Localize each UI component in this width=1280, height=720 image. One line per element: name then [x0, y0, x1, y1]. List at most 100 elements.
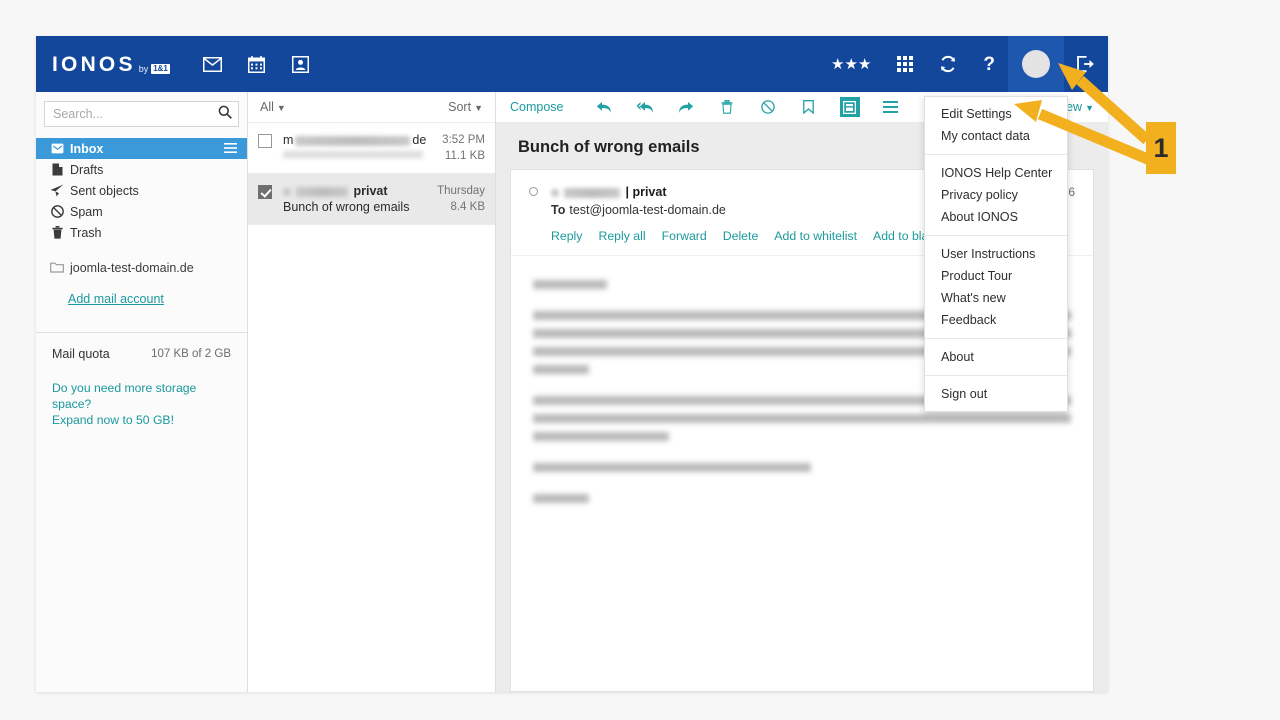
to-address: test@joomla-test-domain.de — [569, 203, 726, 217]
search-input[interactable] — [53, 107, 218, 121]
message-checkbox[interactable] — [258, 134, 272, 148]
filter-all-dropdown[interactable]: All ▼ — [260, 100, 286, 114]
drafts-icon — [50, 163, 64, 177]
favorites-stars-icon[interactable]: ★★★ — [818, 36, 884, 92]
menu-item-sign-out[interactable]: Sign out — [925, 383, 1067, 405]
add-mail-account-link[interactable]: Add mail account — [68, 292, 164, 306]
mail-paragraph — [533, 494, 1071, 503]
table-row[interactable]: privat Bunch of wrong emails Thursday 8.… — [248, 174, 495, 225]
refresh-icon[interactable] — [926, 36, 970, 92]
sidebar-item-trash[interactable]: Trash — [36, 222, 247, 243]
message-list-toolbar: All ▼ Sort ▼ — [248, 92, 495, 123]
message-sender: m de — [283, 132, 436, 148]
chevron-down-icon: ▼ — [276, 103, 286, 113]
sidebar-item-spam[interactable]: Spam — [36, 201, 247, 222]
table-row[interactable]: m de 3:52 PM 11.1 KB — [248, 123, 495, 174]
menu-item-privacy-policy[interactable]: Privacy policy — [925, 184, 1067, 206]
add-to-whitelist-link[interactable]: Add to whitelist — [774, 229, 857, 243]
message-checkbox[interactable] — [258, 185, 272, 199]
user-avatar-button[interactable] — [1008, 36, 1064, 92]
search-icon[interactable] — [218, 105, 232, 124]
storage-upsell-link[interactable]: Do you need more storage space? Expand n… — [36, 361, 247, 429]
mail-icon[interactable] — [200, 51, 226, 77]
menu-item-whats-new[interactable]: What's new — [925, 287, 1067, 309]
sidebar-item-inbox[interactable]: Inbox — [36, 138, 247, 159]
menu-item-edit-settings[interactable]: Edit Settings — [925, 103, 1067, 125]
message-size: 11.1 KB — [444, 150, 485, 162]
compose-button[interactable]: Compose — [510, 100, 564, 114]
mail-quota-label: Mail quota — [52, 347, 110, 361]
menu-item-feedback[interactable]: Feedback — [925, 309, 1067, 331]
menu-divider — [925, 375, 1067, 376]
search-box[interactable] — [44, 101, 239, 127]
storage-upsell-line2: Expand now to 50 GB! — [52, 412, 174, 427]
sort-dropdown[interactable]: Sort ▼ — [448, 100, 483, 114]
mail-paragraph — [533, 463, 1071, 472]
folder-icon — [50, 261, 64, 275]
menu-item-about-ionos[interactable]: About IONOS — [925, 206, 1067, 228]
search-container — [36, 92, 247, 135]
menu-item-ionos-help-center[interactable]: IONOS Help Center — [925, 162, 1067, 184]
grid-glyph — [897, 56, 914, 72]
user-account-dropdown-menu: Edit Settings My contact data IONOS Help… — [924, 96, 1068, 412]
sidebar: Inbox Drafts Sent objects — [36, 92, 248, 692]
message-list-panel: All ▼ Sort ▼ m de 3:52 PM 11.1 KB privat… — [248, 92, 496, 692]
delete-link[interactable]: Delete — [723, 229, 759, 243]
redacted-sender — [564, 187, 620, 198]
sidebar-item-drafts[interactable]: Drafts — [36, 159, 247, 180]
sidebar-item-label: joomla-test-domain.de — [70, 260, 194, 275]
message-time: Thursday — [437, 185, 485, 197]
top-header-bar: IONOS by 1&1 ★★★ ? — [36, 36, 1108, 92]
webmail-app-window: IONOS by 1&1 ★★★ ? Search... Inbox Draft… — [36, 36, 1108, 692]
sent-icon — [50, 184, 64, 198]
message-meta: Thursday 8.4 KB — [431, 183, 485, 215]
message-meta: 3:52 PM 11.1 KB — [436, 132, 485, 164]
menu-item-user-instructions[interactable]: User Instructions — [925, 243, 1067, 265]
reply-icon[interactable] — [594, 97, 614, 117]
reply-link[interactable]: Reply — [551, 229, 582, 243]
menu-item-my-contact-data[interactable]: My contact data — [925, 125, 1067, 147]
sidebar-item-label: Sent objects — [70, 183, 139, 198]
calendar-icon[interactable] — [244, 51, 270, 77]
sidebar-item-label: Trash — [70, 225, 102, 240]
forward-link[interactable]: Forward — [662, 229, 707, 243]
delete-icon[interactable] — [717, 97, 737, 117]
reply-all-link[interactable]: Reply all — [598, 229, 645, 243]
forward-icon[interactable] — [676, 97, 696, 117]
list-options-icon[interactable] — [881, 97, 901, 117]
sender-suffix: privat — [353, 184, 388, 198]
filter-all-label: All — [260, 100, 274, 114]
logo-1and1-badge: 1&1 — [151, 63, 170, 74]
inbox-icon — [50, 142, 64, 156]
message-subject: Bunch of wrong emails — [283, 200, 410, 214]
stars-glyph: ★★★ — [831, 55, 872, 73]
ionos-logo[interactable]: IONOS by 1&1 — [52, 54, 170, 75]
inbox-options-icon[interactable] — [224, 142, 237, 156]
header-right-actions: ★★★ ? — [818, 36, 1108, 92]
reply-all-icon[interactable] — [635, 97, 655, 117]
spam-icon — [50, 205, 64, 219]
message-sender: privat — [283, 183, 431, 199]
storage-upsell-line1: Do you need more storage space? — [52, 381, 197, 411]
expand-radio-icon[interactable] — [529, 187, 538, 196]
sidebar-item-sent-objects[interactable]: Sent objects — [36, 180, 247, 201]
apps-grid-icon[interactable] — [884, 36, 926, 92]
menu-item-product-tour[interactable]: Product Tour — [925, 265, 1067, 287]
mail-quota-row: Mail quota 107 KB of 2 GB — [36, 333, 247, 361]
help-glyph: ? — [983, 53, 995, 75]
trash-icon — [50, 226, 64, 240]
block-icon[interactable] — [758, 97, 778, 117]
annotation-step-badge: 1 — [1146, 122, 1176, 174]
sidebar-item-domain-folder[interactable]: joomla-test-domain.de — [36, 257, 247, 278]
flag-icon[interactable] — [799, 97, 819, 117]
redacted-sender — [295, 135, 411, 146]
help-icon[interactable]: ? — [970, 36, 1008, 92]
redacted-avatar — [551, 188, 559, 197]
logout-icon[interactable] — [1064, 36, 1108, 92]
menu-divider — [925, 235, 1067, 236]
contacts-icon[interactable] — [288, 51, 314, 77]
avatar — [1022, 50, 1050, 78]
chevron-down-icon: ▼ — [1085, 103, 1094, 113]
menu-item-about[interactable]: About — [925, 346, 1067, 368]
move-icon[interactable] — [839, 97, 860, 117]
